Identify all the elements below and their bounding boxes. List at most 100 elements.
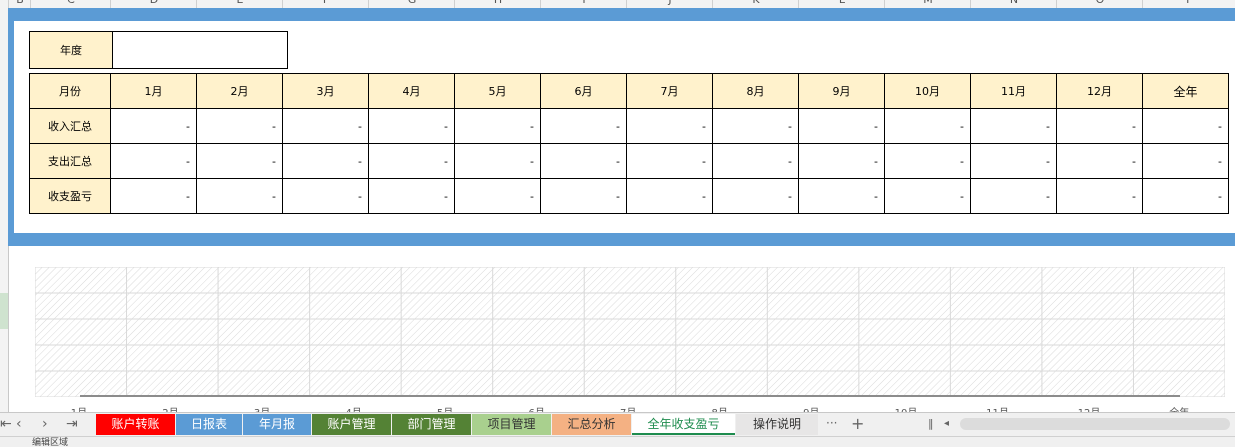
value-cell[interactable]: - xyxy=(1142,108,1229,144)
value-cell[interactable]: - xyxy=(1056,178,1143,214)
value-cell[interactable]: - xyxy=(282,178,369,214)
sheet-tab-5[interactable]: 部门管理 xyxy=(392,414,471,435)
sheet-tab-3[interactable]: 年月报 xyxy=(243,414,311,435)
value-cell[interactable]: - xyxy=(798,178,885,214)
month-header-10: 10月 xyxy=(884,73,971,109)
value-cell[interactable]: - xyxy=(1056,108,1143,144)
column-header-d[interactable]: D xyxy=(110,0,197,8)
status-text: 编辑区域 xyxy=(32,438,69,447)
value-cell[interactable]: - xyxy=(884,143,971,179)
value-cell[interactable]: - xyxy=(110,108,197,144)
value-cell[interactable]: - xyxy=(970,143,1057,179)
value-cell[interactable]: - xyxy=(282,108,369,144)
column-header-o[interactable]: O xyxy=(1056,0,1143,8)
value-cell[interactable]: - xyxy=(454,143,541,179)
column-header-f[interactable]: F xyxy=(282,0,369,8)
column-header-e[interactable]: E xyxy=(196,0,283,8)
row-label: 支出汇总 xyxy=(29,143,111,179)
month-header-3: 3月 xyxy=(282,73,369,109)
add-sheet-button[interactable]: + xyxy=(851,414,864,433)
value-cell[interactable]: - xyxy=(712,143,799,179)
summary-table: 月份 1月 2月 3月 4月 5月 6月 7月 8月 9月 10月 11月 12月 全年 收入汇总 - - - -… xyxy=(29,73,1229,214)
column-header-k[interactable]: K xyxy=(712,0,799,8)
value-cell[interactable]: - xyxy=(540,178,627,214)
value-cell[interactable]: - xyxy=(626,178,713,214)
column-header-h[interactable]: H xyxy=(454,0,541,8)
table-row: 收支盈亏 - - - - - - - - - - - - - xyxy=(29,178,1229,214)
sheet-tab-9[interactable]: 操作说明 xyxy=(736,414,818,435)
middle-band xyxy=(8,233,1235,246)
column-header-j[interactable]: J xyxy=(626,0,713,8)
year-box: 年度 xyxy=(29,31,288,69)
value-cell[interactable]: - xyxy=(712,178,799,214)
column-header-b[interactable]: B xyxy=(8,0,31,8)
value-cell[interactable]: - xyxy=(454,178,541,214)
value-cell[interactable]: - xyxy=(196,143,283,179)
value-cell[interactable]: - xyxy=(970,178,1057,214)
column-header-c[interactable]: C xyxy=(30,0,111,8)
table-row: 收入汇总 - - - - - - - - - - - - - xyxy=(29,108,1229,144)
column-header-p[interactable]: P xyxy=(1142,0,1235,8)
table-row: 支出汇总 - - - - - - - - - - - - - xyxy=(29,143,1229,179)
month-header-1: 1月 xyxy=(110,73,197,109)
value-cell[interactable]: - xyxy=(196,178,283,214)
value-cell[interactable]: - xyxy=(798,108,885,144)
sheet-tab-7[interactable]: 汇总分析 xyxy=(552,414,631,435)
month-header-12: 12月 xyxy=(1056,73,1143,109)
sheet-tab-6[interactable]: 项目管理 xyxy=(472,414,551,435)
month-header-8: 8月 xyxy=(712,73,799,109)
value-cell[interactable]: - xyxy=(798,143,885,179)
column-header-g[interactable]: G xyxy=(368,0,455,8)
value-cell[interactable]: - xyxy=(454,108,541,144)
column-header-n[interactable]: N xyxy=(970,0,1057,8)
value-cell[interactable]: - xyxy=(712,108,799,144)
more-tabs-button[interactable]: ··· xyxy=(826,416,837,430)
month-header-11: 11月 xyxy=(970,73,1057,109)
month-header-7: 7月 xyxy=(626,73,713,109)
sheet-tab-1[interactable]: 账户转账 xyxy=(96,414,175,435)
value-cell[interactable]: - xyxy=(282,143,369,179)
value-cell[interactable]: - xyxy=(110,143,197,179)
year-label: 年度 xyxy=(29,31,113,69)
value-cell[interactable]: - xyxy=(626,108,713,144)
value-cell[interactable]: - xyxy=(540,108,627,144)
column-header-l[interactable]: L xyxy=(798,0,885,8)
chart-background xyxy=(35,267,1225,397)
month-header-6: 6月 xyxy=(540,73,627,109)
month-header-corner: 月份 xyxy=(29,73,111,109)
last-sheet-icon[interactable]: ⇥ xyxy=(66,416,78,432)
top-band xyxy=(8,8,1235,21)
value-cell[interactable]: - xyxy=(196,108,283,144)
value-cell[interactable]: - xyxy=(540,143,627,179)
value-cell[interactable]: - xyxy=(368,178,455,214)
horizontal-scrollbar[interactable] xyxy=(960,418,1230,430)
scroll-left-icon[interactable]: ◂ xyxy=(944,418,949,429)
value-cell[interactable]: - xyxy=(368,143,455,179)
sheet-tab-8[interactable]: 全年收支盈亏 xyxy=(632,414,735,435)
prev-sheet-icon[interactable]: ‹ xyxy=(16,416,22,432)
month-header-9: 9月 xyxy=(798,73,885,109)
value-cell[interactable]: - xyxy=(1142,178,1229,214)
value-cell[interactable]: - xyxy=(970,108,1057,144)
left-band xyxy=(8,21,14,233)
column-header-i[interactable]: I xyxy=(540,0,627,8)
sheet-tab-4[interactable]: 账户管理 xyxy=(312,414,391,435)
row-label: 收支盈亏 xyxy=(29,178,111,214)
next-sheet-icon[interactable]: › xyxy=(42,416,48,432)
month-header-2: 2月 xyxy=(196,73,283,109)
value-cell[interactable]: - xyxy=(1056,143,1143,179)
status-bar: 编辑区域 xyxy=(0,436,1235,447)
value-cell[interactable]: - xyxy=(884,108,971,144)
tab-splitter-icon[interactable]: ‖ xyxy=(928,417,934,430)
year-input-cell[interactable] xyxy=(112,31,288,69)
value-cell[interactable]: - xyxy=(110,178,197,214)
value-cell[interactable]: - xyxy=(368,108,455,144)
column-header-m[interactable]: M xyxy=(884,0,971,8)
value-cell[interactable]: - xyxy=(626,143,713,179)
first-sheet-icon[interactable]: ⇤ xyxy=(0,416,12,432)
value-cell[interactable]: - xyxy=(884,178,971,214)
value-cell[interactable]: - xyxy=(1142,143,1229,179)
chart-plot-area[interactable] xyxy=(35,267,1225,397)
row-label: 收入汇总 xyxy=(29,108,111,144)
sheet-tab-2[interactable]: 日报表 xyxy=(176,414,242,435)
